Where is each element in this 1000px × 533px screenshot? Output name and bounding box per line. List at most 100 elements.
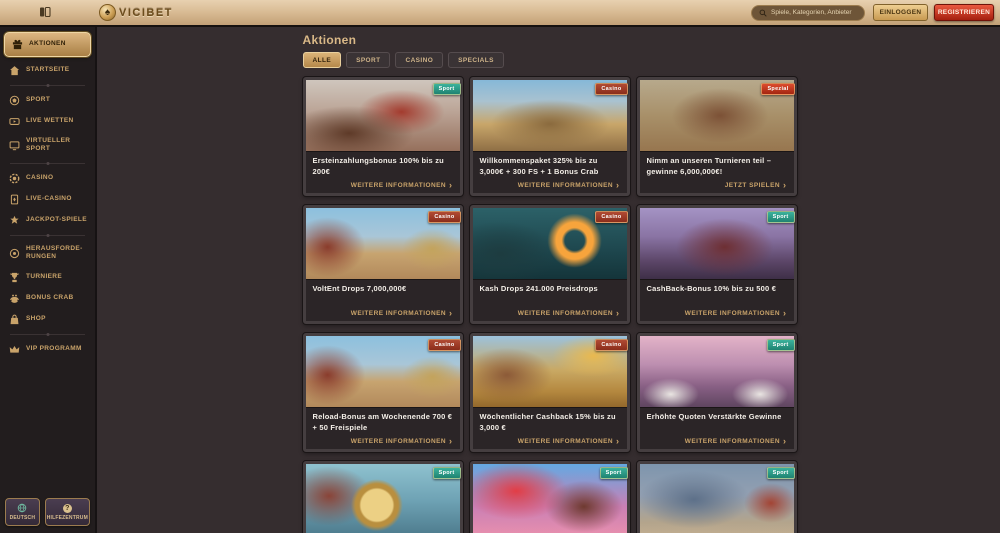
sidebar-divider bbox=[10, 85, 85, 86]
promo-cta-link[interactable]: WEITERE INFORMATIONEN› bbox=[518, 182, 620, 189]
promo-image-archer: Casino bbox=[306, 208, 460, 280]
promo-title: CashBack-Bonus 10% bis zu 500 € bbox=[647, 284, 787, 295]
promo-card[interactable]: Casino Willkommenspaket 325% bis zu 3,00… bbox=[470, 77, 630, 196]
sidebar-item-label: STARTSEITE bbox=[26, 66, 69, 74]
sidebar-item-startseite[interactable]: STARTSEITE bbox=[0, 60, 95, 81]
promo-card[interactable]: Casino Kash Drops 241.000 Preisdrops WEI… bbox=[470, 205, 630, 324]
soccer-ball-icon bbox=[9, 95, 20, 106]
promo-card[interactable]: Sport Erhöhte Quoten Verstärkte Gewinne … bbox=[637, 333, 797, 452]
sidebar-item-aktionen[interactable]: AKTIONEN bbox=[4, 32, 91, 57]
chevron-right-icon: › bbox=[449, 182, 452, 189]
category-badge: Sport bbox=[767, 211, 795, 223]
promo-card[interactable]: Casino VoltEnt Drops 7,000,000€ WEITERE … bbox=[303, 205, 463, 324]
chevron-right-icon: › bbox=[616, 182, 619, 189]
promo-title: Ersteinzahlungsbonus 100% bis zu 200€ bbox=[313, 156, 453, 177]
promo-grid: Sport Ersteinzahlungsbonus 100% bis zu 2… bbox=[303, 77, 797, 533]
promo-card[interactable]: Casino Reload-Bonus am Wochenende 700 € … bbox=[303, 333, 463, 452]
tab-casino[interactable]: CASINO bbox=[395, 52, 443, 68]
promo-image-knights: Sport bbox=[640, 464, 794, 533]
sidebar-toggle-icon[interactable] bbox=[38, 6, 53, 19]
search-bar[interactable] bbox=[751, 5, 865, 21]
chevron-right-icon: › bbox=[616, 310, 619, 317]
sidebar-nav: AKTIONEN STARTSEITE SPORT LIVE WETTEN VI… bbox=[0, 27, 97, 533]
promo-image-chariot: Sport bbox=[306, 80, 460, 152]
category-badge: Casino bbox=[428, 339, 460, 351]
sidebar-item-label: VIP PROGRAMM bbox=[26, 345, 82, 353]
sidebar-item-label: BONUS CRAB bbox=[26, 294, 74, 302]
sidebar-item-casino[interactable]: CASINO bbox=[0, 168, 95, 189]
sidebar-item-turniere[interactable]: TURNIERE bbox=[0, 267, 95, 288]
promo-cta-link[interactable]: WEITERE INFORMATIONEN› bbox=[685, 310, 787, 317]
chevron-right-icon: › bbox=[783, 310, 786, 317]
site-logo[interactable]: ♠ VICIBET bbox=[99, 4, 173, 21]
sidebar-item-virtueller-sport[interactable]: VIRTUELLER SPORT bbox=[0, 132, 95, 159]
sidebar-item-live-wetten[interactable]: LIVE WETTEN bbox=[0, 111, 95, 132]
tab-alle[interactable]: ALLE bbox=[303, 52, 342, 68]
sidebar-item-jackpot-spiele[interactable]: JACKPOT-SPIELE bbox=[0, 210, 95, 231]
tab-specials[interactable]: SPECIALS bbox=[448, 52, 504, 68]
sidebar-item-label: LIVE WETTEN bbox=[26, 117, 74, 125]
promo-card[interactable]: Sport bbox=[303, 461, 463, 533]
sidebar-item-label: AKTIONEN bbox=[29, 40, 66, 48]
category-badge: Sport bbox=[600, 467, 628, 479]
promo-cta-link[interactable]: WEITERE INFORMATIONEN› bbox=[518, 438, 620, 445]
promo-card[interactable]: Casino Wöchentlicher Cashback 15% bis zu… bbox=[470, 333, 630, 452]
promo-cta-link[interactable]: WEITERE INFORMATIONEN› bbox=[685, 438, 787, 445]
monitor-icon bbox=[9, 140, 20, 151]
promo-title: VoltEnt Drops 7,000,000€ bbox=[313, 284, 453, 295]
live-play-icon bbox=[9, 116, 20, 127]
promo-cta-link[interactable]: JETZT SPIELEN› bbox=[725, 182, 787, 189]
promo-cta-link[interactable]: WEITERE INFORMATIONEN› bbox=[351, 182, 453, 189]
sidebar-item-live-casino[interactable]: LIVE-CASINO bbox=[0, 189, 95, 210]
chevron-right-icon: › bbox=[616, 438, 619, 445]
sidebar-item-label: CASINO bbox=[26, 174, 53, 182]
category-tabs: ALLE SPORT CASINO SPECIALS bbox=[303, 52, 797, 68]
promo-card[interactable]: Sport CashBack-Bonus 10% bis zu 500 € WE… bbox=[637, 205, 797, 324]
tab-sport[interactable]: SPORT bbox=[346, 52, 390, 68]
promo-title: Willkommenspaket 325% bis zu 3,000€ + 30… bbox=[480, 156, 620, 177]
sidebar-item-herausforderungen[interactable]: HERAUSFORDE­RUNGEN bbox=[0, 240, 95, 267]
sidebar-item-vip-programm[interactable]: VIP PROGRAMM bbox=[0, 339, 95, 360]
category-badge: Casino bbox=[595, 83, 627, 95]
help-center-button[interactable]: ? HILFEZENTRUM bbox=[45, 498, 90, 526]
sidebar-divider bbox=[10, 235, 85, 236]
promo-card[interactable]: Sport Ersteinzahlungsbonus 100% bis zu 2… bbox=[303, 77, 463, 196]
promo-cta-link[interactable]: WEITERE INFORMATIONEN› bbox=[351, 438, 453, 445]
page-title: Aktionen bbox=[303, 33, 797, 47]
sidebar-footer: DEUTSCH ? HILFEZENTRUM bbox=[0, 492, 95, 533]
sidebar-item-shop[interactable]: SHOP bbox=[0, 309, 95, 330]
promo-card[interactable]: Sport bbox=[470, 461, 630, 533]
chevron-right-icon: › bbox=[449, 310, 452, 317]
sidebar-item-label: VIRTUELLER SPORT bbox=[26, 137, 91, 154]
promo-image-red-flags-rider: Sport bbox=[473, 464, 627, 533]
category-badge: Casino bbox=[428, 211, 460, 223]
login-button[interactable]: EINLOGGEN bbox=[873, 4, 928, 21]
globe-icon bbox=[17, 503, 27, 513]
sidebar-divider bbox=[10, 334, 85, 335]
category-badge: Casino bbox=[595, 211, 627, 223]
main-area: Aktionen ALLE SPORT CASINO SPECIALS Spor… bbox=[99, 27, 1000, 533]
promo-title: Reload-Bonus am Wochenende 700 € + 50 Fr… bbox=[313, 412, 453, 433]
promo-cta-link[interactable]: WEITERE INFORMATIONEN› bbox=[518, 310, 620, 317]
sidebar-item-bonus-crab[interactable]: BONUS CRAB bbox=[0, 288, 95, 309]
casino-chip-icon bbox=[9, 173, 20, 184]
promo-title: Wöchentlicher Cashback 15% bis zu 3,000 … bbox=[480, 412, 620, 433]
register-button[interactable]: REGISTRIEREN bbox=[934, 4, 994, 21]
category-badge: Casino bbox=[595, 339, 627, 351]
language-button[interactable]: DEUTSCH bbox=[5, 498, 40, 526]
category-badge: Sport bbox=[767, 339, 795, 351]
sidebar-item-sport[interactable]: SPORT bbox=[0, 90, 95, 111]
question-mark-icon: ? bbox=[63, 504, 72, 513]
promo-image-golden-shield: Sport bbox=[306, 464, 460, 533]
sidebar-item-label: SPORT bbox=[26, 96, 50, 104]
promo-card[interactable]: Sport bbox=[637, 461, 797, 533]
promo-image-gladiators: Spezial bbox=[640, 80, 794, 152]
promo-card[interactable]: Spezial Nimm an unseren Turnieren teil –… bbox=[637, 77, 797, 196]
crown-icon bbox=[9, 344, 20, 355]
sidebar-item-label: LIVE-CASINO bbox=[26, 195, 72, 203]
language-label: DEUTSCH bbox=[10, 515, 36, 521]
sidebar-item-label: JACKPOT-SPIELE bbox=[26, 216, 87, 224]
search-input[interactable] bbox=[771, 9, 857, 16]
promo-cta-link[interactable]: WEITERE INFORMATIONEN› bbox=[351, 310, 453, 317]
chevron-right-icon: › bbox=[449, 438, 452, 445]
